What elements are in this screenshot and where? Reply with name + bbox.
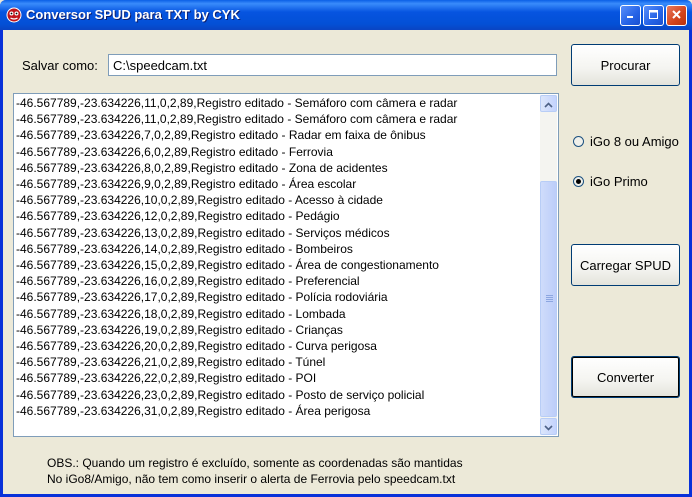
vertical-scrollbar[interactable] xyxy=(540,95,557,435)
scroll-down-arrow-icon xyxy=(544,420,553,434)
list-item[interactable]: -46.567789,-23.634226,23,0,2,89,Registro… xyxy=(16,387,538,403)
list-item[interactable]: -46.567789,-23.634226,20,0,2,89,Registro… xyxy=(16,338,538,354)
list-item[interactable]: -46.567789,-23.634226,14,0,2,89,Registro… xyxy=(16,241,538,257)
minimize-button[interactable] xyxy=(620,5,641,26)
radio-igo-primo[interactable]: iGo Primo xyxy=(573,174,648,189)
list-item[interactable]: -46.567789,-23.634226,11,0,2,89,Registro… xyxy=(16,95,538,111)
scroll-up-arrow-icon xyxy=(544,97,553,111)
close-button[interactable] xyxy=(666,5,687,26)
note-line-1: OBS.: Quando um registro é excluído, som… xyxy=(47,456,463,470)
load-spud-button[interactable]: Carregar SPUD xyxy=(571,244,680,286)
list-item[interactable]: -46.567789,-23.634226,31,0,2,89,Registro… xyxy=(16,403,538,419)
radio-igo8-label: iGo 8 ou Amigo xyxy=(590,134,679,149)
window-title: Conversor SPUD para TXT by CYK xyxy=(26,7,240,22)
radio-igo-primo-circle[interactable] xyxy=(573,176,584,187)
list-item[interactable]: -46.567789,-23.634226,19,0,2,89,Registro… xyxy=(16,322,538,338)
main-window: Conversor SPUD para TXT by CYK Salvar co… xyxy=(0,0,692,497)
list-item[interactable]: -46.567789,-23.634226,15,0,2,89,Registro… xyxy=(16,257,538,273)
list-item[interactable]: -46.567789,-23.634226,22,0,2,89,Registro… xyxy=(16,370,538,386)
list-item[interactable]: -46.567789,-23.634226,18,0,2,89,Registro… xyxy=(16,306,538,322)
radio-igo8[interactable]: iGo 8 ou Amigo xyxy=(573,134,679,149)
list-item[interactable]: -46.567789,-23.634226,10,0,2,89,Registro… xyxy=(16,192,538,208)
save-as-label: Salvar como: xyxy=(22,58,98,73)
records-list[interactable]: -46.567789,-23.634226,11,0,2,89,Registro… xyxy=(13,93,559,437)
list-item[interactable]: -46.567789,-23.634226,13,0,2,89,Registro… xyxy=(16,225,538,241)
list-item[interactable]: -46.567789,-23.634226,16,0,2,89,Registro… xyxy=(16,273,538,289)
browse-button[interactable]: Procurar xyxy=(571,44,680,86)
records-lines: -46.567789,-23.634226,11,0,2,89,Registro… xyxy=(16,95,538,419)
note-line-2: No iGo8/Amigo, não tem como inserir o al… xyxy=(47,472,456,486)
scroll-down-button[interactable] xyxy=(540,418,557,435)
convert-button[interactable]: Converter xyxy=(571,356,680,398)
maximize-icon xyxy=(648,9,659,23)
minimize-icon xyxy=(625,9,636,23)
list-item[interactable]: -46.567789,-23.634226,11,0,2,89,Registro… xyxy=(16,111,538,127)
list-item[interactable]: -46.567789,-23.634226,12,0,2,89,Registro… xyxy=(16,208,538,224)
scroll-up-button[interactable] xyxy=(540,95,557,112)
radio-igo8-circle[interactable] xyxy=(573,136,584,147)
save-path-input[interactable] xyxy=(108,54,557,76)
list-item[interactable]: -46.567789,-23.634226,8,0,2,89,Registro … xyxy=(16,160,538,176)
list-item[interactable]: -46.567789,-23.634226,7,0,2,89,Registro … xyxy=(16,127,538,143)
maximize-button[interactable] xyxy=(643,5,664,26)
app-icon[interactable] xyxy=(6,7,22,23)
list-item[interactable]: -46.567789,-23.634226,17,0,2,89,Registro… xyxy=(16,289,538,305)
close-icon xyxy=(671,9,682,23)
list-item[interactable]: -46.567789,-23.634226,6,0,2,89,Registro … xyxy=(16,144,538,160)
list-item[interactable]: -46.567789,-23.634226,9,0,2,89,Registro … xyxy=(16,176,538,192)
title-bar[interactable]: Conversor SPUD para TXT by CYK xyxy=(0,0,692,30)
radio-igo-primo-label: iGo Primo xyxy=(590,174,648,189)
notes: OBS.: Quando um registro é excluído, som… xyxy=(47,455,463,487)
scroll-thumb[interactable] xyxy=(540,181,557,417)
list-item[interactable]: -46.567789,-23.634226,21,0,2,89,Registro… xyxy=(16,354,538,370)
